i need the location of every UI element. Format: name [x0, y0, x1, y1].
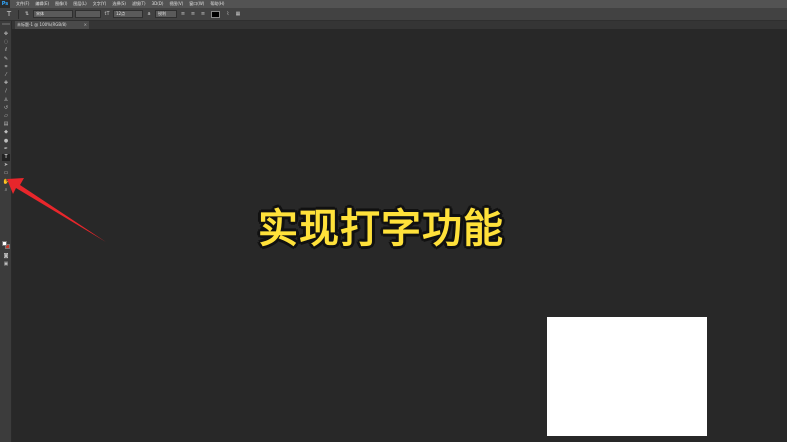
brush-tool[interactable]: ∕ — [2, 88, 10, 95]
pen-tool[interactable]: ✒ — [2, 146, 10, 153]
character-panel-icon[interactable]: ▦ — [234, 10, 242, 18]
menu-type[interactable]: 文字(Y) — [93, 0, 107, 8]
zoom-tool[interactable]: ⌕ — [2, 187, 10, 194]
document-tab[interactable]: 未标题-1 @ 100%(RGB/8) × — [15, 21, 89, 29]
hand-tool[interactable]: ✋ — [2, 179, 10, 186]
gradient-tool[interactable]: ▤ — [2, 121, 10, 128]
tools-panel: ✥ ◌ ℓ ✎ ⌗ ⁄ ✚ ∕ ♙ ↺ ▱ ▤ ◆ ● ✒ T ➤ ▭ ✋ ⌕ ◙ ▣ — [0, 21, 12, 442]
document-tab-bar: 未标题-1 @ 100%(RGB/8) × — [12, 21, 787, 29]
dodge-tool[interactable]: ● — [2, 138, 10, 145]
menu-help[interactable]: 帮助(H) — [210, 0, 224, 8]
font-family-select[interactable]: 宋体 — [33, 10, 73, 18]
document-tab-title: 未标题-1 @ 100%(RGB/8) — [17, 22, 67, 27]
crop-tool[interactable]: ⌗ — [2, 64, 10, 71]
shape-tool[interactable]: ▭ — [2, 170, 10, 177]
eraser-tool[interactable]: ▱ — [2, 113, 10, 120]
menu-select[interactable]: 选择(S) — [112, 0, 126, 8]
antialias-select[interactable]: 锐利 — [155, 10, 177, 18]
lasso-tool[interactable]: ℓ — [2, 47, 10, 54]
history-brush-tool[interactable]: ↺ — [2, 105, 10, 112]
stamp-tool[interactable]: ♙ — [2, 97, 10, 104]
healing-tool[interactable]: ✚ — [2, 80, 10, 87]
document-canvas[interactable] — [547, 317, 707, 436]
marquee-tool[interactable]: ◌ — [2, 39, 10, 46]
screen-mode-tool[interactable]: ▣ — [2, 261, 10, 268]
close-icon[interactable]: × — [84, 21, 87, 29]
align-right-icon[interactable]: ≡ — [199, 10, 207, 18]
menu-image[interactable]: 图像(I) — [55, 0, 67, 8]
text-color-swatch[interactable] — [211, 10, 220, 18]
align-left-icon[interactable]: ≡ — [179, 10, 187, 18]
blur-tool[interactable]: ◆ — [2, 129, 10, 136]
menu-3d[interactable]: 3D(D) — [152, 0, 164, 8]
type-tool[interactable]: T — [2, 154, 10, 161]
font-size-select[interactable]: 12点 — [113, 10, 143, 18]
warp-text-icon[interactable]: ⌇ — [224, 10, 232, 18]
menu-bar: Ps 文件(F) 编辑(E) 图像(I) 图层(L) 文字(Y) 选择(S) 滤… — [0, 0, 787, 8]
menu-edit[interactable]: 编辑(E) — [35, 0, 49, 8]
options-bar: T ⇅ 宋体 tT 12点 a 锐利 ≡ ≡ ≡ ⌇ ▦ — [0, 8, 787, 21]
quick-select-tool[interactable]: ✎ — [2, 56, 10, 63]
path-select-tool[interactable]: ➤ — [2, 162, 10, 169]
align-center-icon[interactable]: ≡ — [189, 10, 197, 18]
tool-preset-picker[interactable]: T — [3, 9, 15, 19]
move-tool[interactable]: ✥ — [2, 31, 10, 38]
video-caption: 实现打字功能 — [258, 206, 504, 252]
menu-window[interactable]: 窗口(W) — [189, 0, 204, 8]
font-style-select[interactable] — [75, 10, 101, 18]
menu-layer[interactable]: 图层(L) — [73, 0, 86, 8]
menu-view[interactable]: 视图(V) — [169, 0, 183, 8]
menu-file[interactable]: 文件(F) — [16, 0, 29, 8]
quick-mask-tool[interactable]: ◙ — [2, 253, 10, 260]
menu-filter[interactable]: 滤镜(T) — [132, 0, 146, 8]
font-size-icon: tT — [104, 11, 110, 17]
foreground-color-swatch[interactable] — [2, 241, 7, 246]
photoshop-logo: Ps — [0, 0, 10, 8]
divider — [18, 9, 19, 19]
eyedropper-tool[interactable]: ⁄ — [2, 72, 10, 79]
antialias-icon: a — [147, 11, 151, 17]
panel-grip[interactable] — [2, 23, 10, 25]
text-orientation-icon[interactable]: ⇅ — [23, 10, 31, 18]
